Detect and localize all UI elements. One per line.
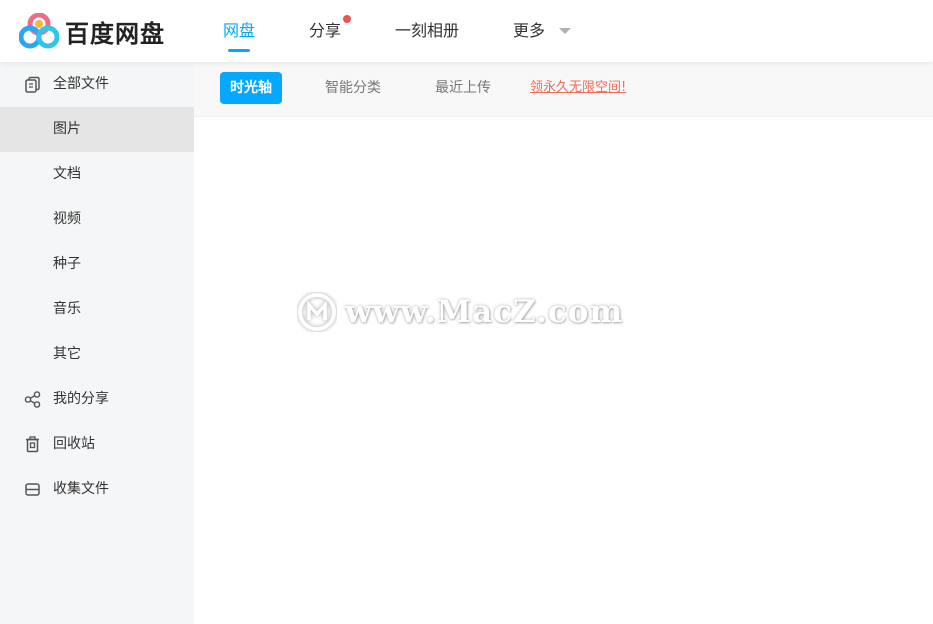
main-content [194,117,933,624]
chevron-down-icon [559,27,572,34]
sidebar-item-label: 全部文件 [53,76,109,92]
topnav-netdisk-label: 网盘 [223,21,256,40]
topnav-album-label: 一刻相册 [395,21,460,40]
sidebar-item-label: 种子 [53,256,81,272]
sidebar-item-label: 文档 [53,166,81,182]
top-header: 百度网盘 网盘 分享 一刻相册 更多 [0,0,933,62]
sidebar-item-label: 视频 [53,211,81,227]
sidebar-item-documents[interactable]: 文档 [0,152,194,197]
sidebar-item-label: 我的分享 [53,391,109,407]
topnav-share-label: 分享 [309,21,342,40]
sidebar: 全部文件 图片 文档 视频 种子 音乐 其它 我的分享 回收站 收集文件 [0,62,194,624]
notification-dot [343,15,351,23]
sidebar-item-torrents[interactable]: 种子 [0,242,194,287]
tab-recent-uploads[interactable]: 最近上传 [435,72,491,104]
sidebar-item-recycle-bin[interactable]: 回收站 [0,422,194,467]
sidebar-item-collect-files[interactable]: 收集文件 [0,467,194,512]
app-logo[interactable]: 百度网盘 [19,13,169,49]
macz-logo-icon [298,293,336,331]
sub-tab-bar: 时光轴 智能分类 最近上传 领永久无限空间! [194,62,933,117]
baidu-netdisk-logo-icon [19,13,59,49]
sidebar-item-label: 图片 [53,121,81,137]
sidebar-item-other[interactable]: 其它 [0,332,194,377]
tab-timeline[interactable]: 时光轴 [220,72,282,104]
sidebar-item-label: 回收站 [53,436,95,452]
topnav-share[interactable]: 分享 [309,0,351,62]
share-icon [24,391,41,408]
sidebar-item-label: 收集文件 [53,481,109,497]
sidebar-item-music[interactable]: 音乐 [0,287,194,332]
sidebar-item-videos[interactable]: 视频 [0,197,194,242]
files-icon [25,76,40,93]
watermark-text: www.MacZ.com [345,294,624,330]
topnav-netdisk[interactable]: 网盘 [223,0,255,62]
sidebar-item-images[interactable]: 图片 [0,107,194,152]
trash-icon [26,436,39,453]
active-tab-underline [228,49,250,52]
sidebar-item-all-files[interactable]: 全部文件 [0,62,194,107]
sidebar-item-my-shares[interactable]: 我的分享 [0,377,194,422]
topnav-album[interactable]: 一刻相册 [395,0,459,62]
app-logo-text: 百度网盘 [65,19,165,48]
tab-smart-categories[interactable]: 智能分类 [325,72,381,104]
inbox-icon [25,483,40,496]
sidebar-item-label: 音乐 [53,301,81,317]
promo-link[interactable]: 领永久无限空间! [530,72,626,104]
topnav-more-label: 更多 [513,21,546,40]
sidebar-item-label: 其它 [53,346,81,362]
topnav-more[interactable]: 更多 [513,0,572,62]
watermark: www.MacZ.com [297,289,623,335]
top-nav: 网盘 分享 一刻相册 更多 [223,0,572,62]
